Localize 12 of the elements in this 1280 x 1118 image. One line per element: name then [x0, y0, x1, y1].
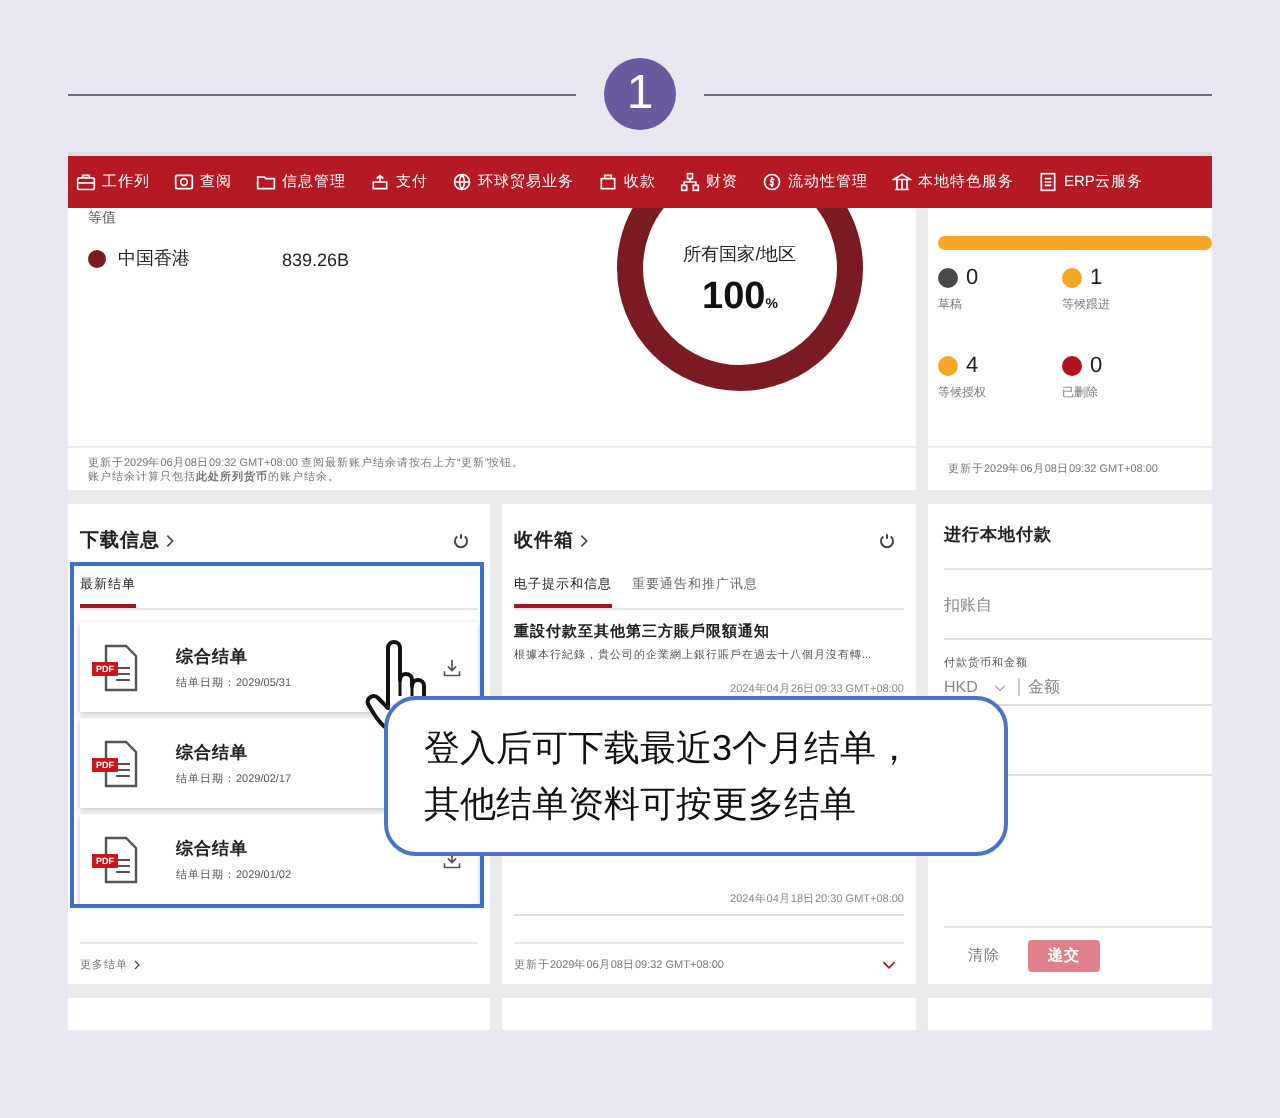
- status-count: 0: [1090, 354, 1103, 378]
- status-count: 0: [966, 266, 979, 290]
- status-count: 4: [966, 354, 979, 378]
- statement-title: 综合结单: [176, 837, 250, 861]
- legend-value: 839.26B: [282, 249, 350, 269]
- legend-label: 中国香港: [118, 246, 192, 272]
- section-title: 进行本地付款: [944, 504, 1212, 570]
- statement-title: 综合结单: [176, 741, 250, 765]
- step-number-badge: 1: [604, 58, 676, 130]
- donut-title: 所有国家/地区: [681, 242, 799, 268]
- status-count: 1: [1090, 266, 1103, 290]
- statement-title: 综合结单: [176, 645, 250, 669]
